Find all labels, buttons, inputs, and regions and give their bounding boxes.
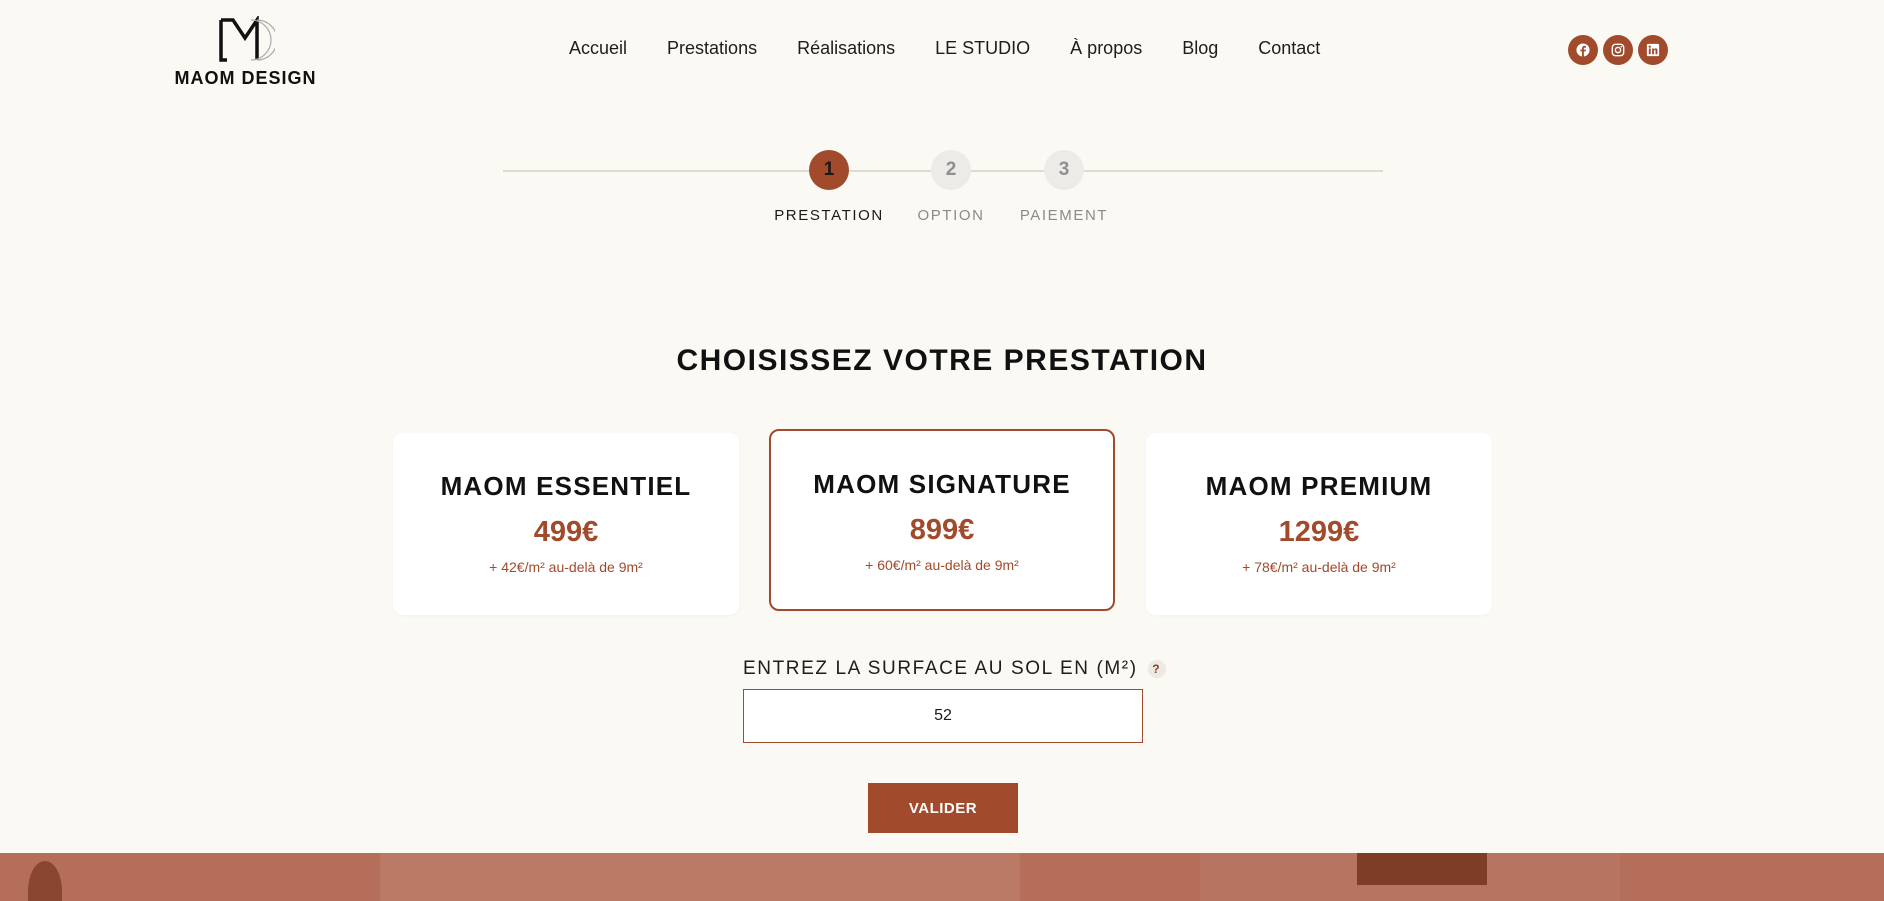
- hero-image: [0, 853, 1884, 901]
- page-title: CHOISISSEZ VOTRE PRESTATION: [676, 344, 1208, 377]
- linkedin-link[interactable]: [1638, 35, 1668, 65]
- brand-logo[interactable]: MAOM DESIGN: [173, 16, 318, 88]
- nav-item-realisations[interactable]: Réalisations: [797, 38, 895, 59]
- plan-price: 499€: [533, 516, 599, 548]
- nav-item-accueil[interactable]: Accueil: [569, 38, 627, 59]
- nav-item-le-studio[interactable]: LE STUDIO: [935, 38, 1030, 59]
- social-links: [1568, 35, 1668, 65]
- step-number: 2: [931, 150, 971, 190]
- plan-card-premium[interactable]: MAOM PREMIUM 1299€ + 78€/m² au-delà de 9…: [1146, 433, 1492, 615]
- instagram-icon: [1611, 43, 1625, 57]
- surface-label: ENTREZ LA SURFACE AU SOL EN (M²): [743, 658, 1138, 679]
- nav-item-prestations[interactable]: Prestations: [667, 38, 757, 59]
- plan-card-signature[interactable]: MAOM SIGNATURE 899€ + 60€/m² au-delà de …: [769, 429, 1115, 611]
- facebook-link[interactable]: [1568, 35, 1598, 65]
- main-nav: Accueil Prestations Réalisations LE STUD…: [569, 38, 1320, 59]
- plan-price: 1299€: [1278, 516, 1360, 548]
- step-label: PRESTATION: [774, 207, 884, 224]
- validate-button[interactable]: VALIDER: [868, 783, 1018, 833]
- logo-mark-icon: [219, 16, 275, 62]
- nav-item-blog[interactable]: Blog: [1182, 38, 1218, 59]
- facebook-icon: [1576, 43, 1590, 57]
- step-prestation[interactable]: 1 PRESTATION: [769, 150, 889, 224]
- brand-name: MAOM DESIGN: [174, 68, 317, 88]
- linkedin-icon: [1646, 43, 1660, 57]
- plan-name: MAOM SIGNATURE: [813, 469, 1071, 499]
- plant-decoration: [28, 861, 62, 901]
- nav-item-a-propos[interactable]: À propos: [1070, 38, 1142, 59]
- plan-name: MAOM ESSENTIEL: [440, 471, 692, 501]
- step-number: 3: [1044, 150, 1084, 190]
- plan-extra-rate: + 60€/m² au-delà de 9m²: [865, 557, 1019, 573]
- site-header: MAOM DESIGN Accueil Prestations Réalisat…: [0, 0, 1884, 100]
- step-paiement[interactable]: 3 PAIEMENT: [1004, 150, 1124, 224]
- step-option[interactable]: 2 OPTION: [891, 150, 1011, 224]
- nav-item-contact[interactable]: Contact: [1258, 38, 1320, 59]
- plan-extra-rate: + 42€/m² au-delà de 9m²: [489, 559, 643, 575]
- surface-label-row: ENTREZ LA SURFACE AU SOL EN (M²) ?: [743, 658, 1166, 680]
- hero-frame: [1357, 853, 1487, 885]
- plan-name: MAOM PREMIUM: [1205, 471, 1433, 501]
- plan-extra-rate: + 78€/m² au-delà de 9m²: [1242, 559, 1396, 575]
- step-label: PAIEMENT: [1019, 207, 1109, 224]
- plan-price: 899€: [909, 514, 975, 546]
- surface-input[interactable]: [743, 689, 1143, 743]
- plan-card-essentiel[interactable]: MAOM ESSENTIEL 499€ + 42€/m² au-delà de …: [393, 433, 739, 615]
- help-icon[interactable]: ?: [1147, 660, 1166, 678]
- instagram-link[interactable]: [1603, 35, 1633, 65]
- step-label: OPTION: [917, 207, 985, 224]
- hero-panel: [380, 853, 1020, 901]
- step-number: 1: [809, 150, 849, 190]
